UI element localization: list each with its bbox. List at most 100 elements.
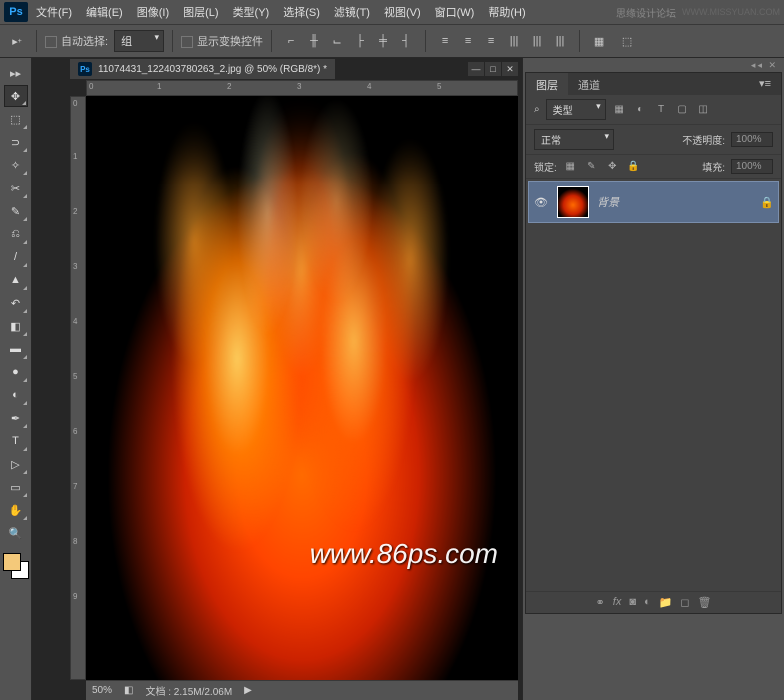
close-button[interactable]: ✕ — [502, 62, 518, 76]
menu-window[interactable]: 窗口(W) — [429, 2, 481, 22]
tab-layers[interactable]: 图层 — [526, 73, 568, 95]
minimize-button[interactable]: — — [468, 62, 484, 76]
layer-effects-icon[interactable]: fx — [613, 596, 622, 609]
show-transform-check[interactable]: 显示变换控件 — [181, 33, 263, 49]
wand-tool[interactable]: ✧ — [4, 154, 28, 176]
dist-left-icon[interactable]: ||| — [503, 30, 525, 52]
filter-pixel-icon[interactable]: ▦ — [612, 102, 627, 117]
brand-text: 思缘设计论坛 — [616, 5, 676, 20]
tab-channels[interactable]: 通道 — [568, 73, 610, 95]
opacity-input[interactable]: 100% — [731, 132, 773, 147]
dist-vcenter-icon[interactable]: ≡ — [457, 30, 479, 52]
move-tool-icon[interactable]: ▸+ — [6, 30, 28, 52]
zoom-tool[interactable]: 🔍 — [4, 522, 28, 544]
dist-bottom-icon[interactable]: ≡ — [480, 30, 502, 52]
doc-size-icon: ◧ — [124, 685, 133, 696]
menu-file[interactable]: 文件(F) — [30, 2, 78, 22]
lock-position-icon[interactable]: ✥ — [605, 159, 620, 174]
filter-adjust-icon[interactable]: ◐ — [633, 102, 648, 117]
info-arrow-icon[interactable]: ▶ — [244, 685, 252, 696]
color-swatch[interactable] — [3, 553, 29, 579]
dist-top-icon[interactable]: ≡ — [434, 30, 456, 52]
eraser-tool[interactable]: ◧ — [4, 315, 28, 337]
marquee-tool[interactable]: ⬚ — [4, 108, 28, 130]
hand-tool[interactable]: ✋ — [4, 499, 28, 521]
history-brush-tool[interactable]: ↶ — [4, 292, 28, 314]
menu-type[interactable]: 类型(Y) — [227, 2, 276, 22]
align-hcenter-icon[interactable]: ╪ — [372, 30, 394, 52]
blur-tool[interactable]: ● — [4, 361, 28, 383]
auto-select-dropdown[interactable]: 组 — [114, 30, 164, 52]
eyedropper-tool[interactable]: ✎ — [4, 200, 28, 222]
align-vcenter-icon[interactable]: ╫ — [303, 30, 325, 52]
tools-panel: ▸▸ ✥ ⬚ ⊃ ✧ ✂ ✎ ⎌ / ▲ ↶ ◧ ▬ ● ◐ ✒ T ▷ ▭ ✋… — [0, 58, 32, 700]
lasso-tool[interactable]: ⊃ — [4, 131, 28, 153]
auto-select-label: 自动选择: — [61, 36, 108, 48]
shape-tool[interactable]: ▭ — [4, 476, 28, 498]
panel-collapse-icon[interactable]: ◂◂ ✕ — [751, 60, 778, 71]
fill-input[interactable]: 100% — [731, 159, 773, 174]
align-bottom-icon[interactable]: ⌙ — [326, 30, 348, 52]
opacity-label: 不透明度: — [682, 132, 725, 147]
search-icon[interactable]: ⌕ — [534, 104, 540, 115]
move-tool[interactable]: ✥ — [4, 85, 28, 107]
menu-view[interactable]: 视图(V) — [378, 2, 427, 22]
dist-right-icon[interactable]: ||| — [549, 30, 571, 52]
dodge-tool[interactable]: ◐ — [4, 384, 28, 406]
type-tool[interactable]: T — [4, 430, 28, 452]
layers-list[interactable]: 👁 背景 🔒 — [526, 181, 781, 591]
collapse-icon[interactable]: ▸▸ — [5, 62, 27, 84]
show-transform-label: 显示变换控件 — [197, 36, 263, 48]
menu-image[interactable]: 图像(I) — [131, 2, 175, 22]
filter-type-dropdown[interactable]: 类型 — [546, 99, 606, 120]
crop-tool[interactable]: ✂ — [4, 177, 28, 199]
ruler-vertical[interactable]: 0123456789 — [70, 96, 86, 680]
delete-layer-icon[interactable]: 🗑 — [697, 596, 711, 609]
lock-transparent-icon[interactable]: ▦ — [563, 159, 578, 174]
adjustment-layer-icon[interactable]: ◐ — [644, 596, 651, 609]
align-right-icon[interactable]: ┤ — [395, 30, 417, 52]
menu-select[interactable]: 选择(S) — [277, 2, 326, 22]
filter-type-icon[interactable]: T — [654, 102, 669, 117]
panel-tabs: 图层 通道 ▾≡ — [526, 73, 781, 95]
doc-title: 11074431_122403780263_2.jpg @ 50% (RGB/8… — [98, 64, 327, 75]
layer-name[interactable]: 背景 — [597, 194, 619, 210]
brand-url: WWW.MISSYUAN.COM — [682, 7, 780, 17]
path-select-tool[interactable]: ▷ — [4, 453, 28, 475]
patch-tool[interactable]: ⎌ — [4, 223, 28, 245]
menu-filter[interactable]: 滤镜(T) — [328, 2, 376, 22]
layer-mask-icon[interactable]: ◙ — [629, 596, 636, 609]
canvas[interactable]: www.86ps.com — [86, 96, 518, 680]
align-top-icon[interactable]: ⌐ — [280, 30, 302, 52]
zoom-level[interactable]: 50% — [92, 685, 112, 696]
panel-menu-icon[interactable]: ▾≡ — [749, 73, 781, 95]
filter-smart-icon[interactable]: ◫ — [696, 102, 711, 117]
panels-column: ◂◂ ✕ 图层 通道 ▾≡ ⌕ 类型 ▦ ◐ T ▢ ◫ 正常 不透明度: 10… — [522, 58, 784, 700]
dist-hcenter-icon[interactable]: ||| — [526, 30, 548, 52]
brush-tool[interactable]: / — [4, 246, 28, 268]
layer-background[interactable]: 👁 背景 🔒 — [528, 181, 779, 223]
auto-select-check[interactable]: 自动选择: — [45, 33, 108, 49]
filter-shape-icon[interactable]: ▢ — [675, 102, 690, 117]
blend-mode-dropdown[interactable]: 正常 — [534, 129, 614, 150]
stamp-tool[interactable]: ▲ — [4, 269, 28, 291]
lock-pixels-icon[interactable]: ✎ — [584, 159, 599, 174]
layer-thumbnail[interactable] — [557, 186, 589, 218]
gradient-tool[interactable]: ▬ — [4, 338, 28, 360]
document-tab[interactable]: Ps 11074431_122403780263_2.jpg @ 50% (RG… — [70, 59, 335, 79]
align-left-icon[interactable]: ├ — [349, 30, 371, 52]
maximize-button[interactable]: □ — [485, 62, 501, 76]
link-layers-icon[interactable]: ⚭ — [596, 596, 605, 609]
pen-tool[interactable]: ✒ — [4, 407, 28, 429]
layer-group-icon[interactable]: 📁 — [659, 596, 673, 609]
auto-align-icon[interactable]: ▦ — [588, 30, 610, 52]
menu-layer[interactable]: 图层(L) — [177, 2, 224, 22]
3d-mode-icon[interactable]: ⬚ — [616, 30, 638, 52]
lock-all-icon[interactable]: 🔒 — [626, 159, 641, 174]
ruler-horizontal[interactable]: 012345 — [86, 80, 518, 96]
menu-edit[interactable]: 编辑(E) — [80, 2, 129, 22]
menu-help[interactable]: 帮助(H) — [482, 2, 531, 22]
doc-info[interactable]: 文档 : 2.15M/2.06M — [145, 683, 232, 698]
visibility-icon[interactable]: 👁 — [533, 196, 549, 209]
new-layer-icon[interactable]: ◻ — [680, 596, 689, 609]
